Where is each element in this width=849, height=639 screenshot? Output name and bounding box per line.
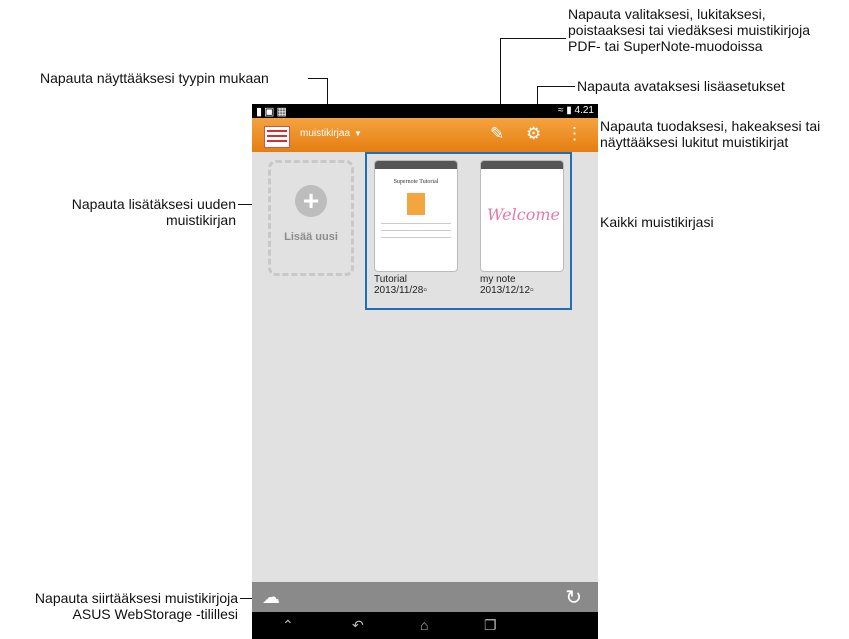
back-icon[interactable]: ↶ [352, 617, 364, 634]
plus-icon: + [295, 185, 327, 217]
action-bar: muistikirjaa ▼ ✎ ⚙ ⋮ [252, 118, 598, 152]
bottom-bar: ☁ ↻ [252, 582, 598, 612]
edit-select-icon[interactable]: ✎ [490, 124, 504, 144]
callout-webstorage: Napauta siirtääksesi muistikirjoja ASUS … [34, 590, 238, 622]
leader-line [500, 38, 566, 39]
overflow-menu-icon[interactable]: ⋮ [566, 124, 583, 144]
chevron-down-icon: ▼ [354, 129, 362, 138]
callout-add-notebook: Napauta lisätäksesi uuden muistikirjan [71, 196, 236, 228]
app-logo-icon[interactable] [264, 126, 290, 148]
status-time: 4.21 [574, 105, 594, 116]
recent-apps-icon[interactable]: ❐ [484, 617, 497, 634]
all-notebooks-highlight [365, 152, 572, 310]
callout-settings: Napauta avataksesi lisäasetukset [577, 78, 785, 94]
callout-import-search: Napauta tuodaksesi, hakeaksesi tai näytt… [600, 118, 821, 150]
gear-icon[interactable]: ⚙ [526, 124, 541, 144]
sync-icon[interactable]: ↻ [565, 585, 582, 610]
cloud-settings-icon[interactable]: ☁ [262, 587, 280, 608]
status-indicators: ≈ ▮ 4.21 [558, 105, 594, 116]
tablet-screen: ▮▣▦ ≈ ▮ 4.21 muistikirjaa ▼ ✎ ⚙ ⋮ + Lisää… [252, 104, 598, 639]
battery-icon: ▮ [566, 105, 572, 116]
add-notebook-button[interactable]: + Lisää uusi [268, 160, 354, 276]
chevron-up-icon[interactable]: ⌃ [282, 617, 294, 634]
type-filter-dropdown[interactable]: muistikirjaa ▼ [300, 128, 362, 139]
add-notebook-label: Lisää uusi [284, 231, 338, 243]
callout-select-lock: Napauta valitaksesi, lukitaksesi, poista… [568, 6, 810, 54]
notification-icons: ▮▣▦ [256, 106, 289, 118]
system-nav-bar: ⌃ ↶ ⌂ ❐ [252, 612, 598, 639]
status-bar: ▮▣▦ ≈ ▮ 4.21 [252, 104, 598, 118]
home-icon[interactable]: ⌂ [420, 617, 428, 633]
leader-line [308, 78, 328, 79]
leader-line [537, 86, 575, 87]
wifi-icon: ≈ [557, 105, 564, 116]
callout-filter-type: Napauta näyttääksesi tyypin mukaan [40, 70, 269, 86]
type-filter-label: muistikirjaa [300, 128, 351, 139]
callout-all-notebooks: Kaikki muistikirjasi [600, 214, 714, 230]
